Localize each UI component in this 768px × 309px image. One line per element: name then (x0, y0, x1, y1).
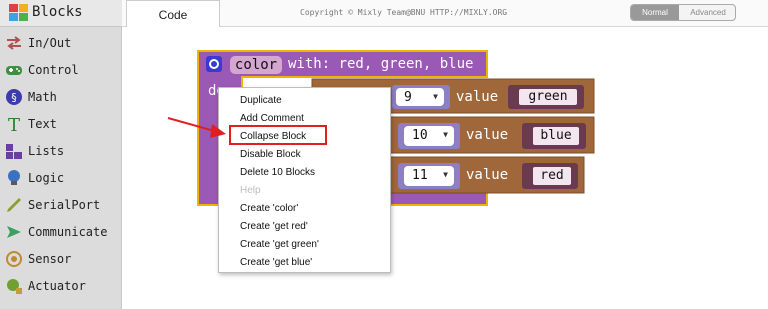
in-out-icon (7, 36, 21, 50)
menu-item-label: Create 'get green' (240, 239, 319, 250)
menu-item-delete-blocks[interactable]: Delete 10 Blocks (219, 164, 390, 181)
communicate-icon (7, 226, 21, 238)
category-math[interactable]: § Math (0, 85, 122, 111)
menu-item-label: Create 'get red' (240, 221, 308, 232)
actuator-icon (7, 279, 22, 294)
category-label: SerialPort (28, 198, 101, 212)
mode-toggle[interactable]: Normal Advanced (630, 4, 736, 21)
string-value[interactable]: green (518, 88, 578, 106)
category-in-out[interactable]: In/Out (0, 31, 122, 57)
lightbulb-icon (8, 170, 20, 185)
menu-item-create-get-green[interactable]: Create 'get green' (219, 236, 390, 253)
menu-item-label: Duplicate (240, 95, 282, 106)
pin-dropdown[interactable]: 11 ▼ (404, 166, 454, 186)
category-label: Math (28, 90, 57, 104)
mode-advanced-button[interactable]: Advanced (679, 5, 735, 20)
context-menu: Duplicate Add Comment Collapse Block Dis… (218, 87, 391, 273)
menu-item-help: Help (219, 182, 390, 199)
pin-value: 10 (412, 128, 428, 143)
menu-item-label: Create 'color' (240, 203, 299, 214)
menu-item-duplicate[interactable]: Duplicate (219, 92, 390, 109)
procedure-name-field[interactable]: color (230, 56, 282, 74)
top-bar: Code Copyright © Mixly Team@BNU HTTP://M… (122, 0, 768, 28)
sensor-icon (6, 251, 22, 267)
serial-pen-icon (7, 198, 21, 212)
pin-value: 9 (404, 90, 412, 105)
menu-item-label: Add Comment (240, 113, 304, 124)
dropdown-arrow-icon: ▼ (443, 130, 448, 139)
category-serialport[interactable]: SerialPort (0, 193, 122, 219)
text-icon: T (8, 115, 20, 133)
blocks-logo-icon (9, 4, 28, 21)
category-sensor[interactable]: Sensor (0, 247, 122, 273)
value-label: value (466, 167, 509, 183)
menu-item-create-get-red[interactable]: Create 'get red' (219, 218, 390, 235)
category-text[interactable]: T Text (0, 112, 122, 138)
value-label: value (466, 127, 509, 143)
menu-item-create-color[interactable]: Create 'color' (219, 200, 390, 217)
category-control[interactable]: Control (0, 58, 122, 84)
pin-value: 11 (412, 168, 428, 183)
category-lists[interactable]: Lists (0, 139, 122, 165)
category-label: Control (28, 63, 79, 77)
mode-normal-button[interactable]: Normal (631, 5, 679, 20)
menu-item-label: Help (240, 185, 261, 196)
category-label: Communicate (28, 225, 108, 239)
category-logic[interactable]: Logic (0, 166, 122, 192)
tab-code[interactable]: Code (126, 0, 220, 28)
category-label: Sensor (28, 252, 72, 266)
value-label: value (456, 89, 499, 105)
sidebar-header[interactable]: Blocks (0, 0, 122, 27)
lists-icon (6, 144, 22, 159)
gamepad-icon (6, 66, 22, 75)
procedure-params: with: red, green, blue (288, 56, 474, 72)
menu-item-disable-block[interactable]: Disable Block (219, 146, 390, 163)
category-label: In/Out (28, 36, 72, 50)
dropdown-arrow-icon: ▼ (433, 92, 438, 101)
category-label: Logic (28, 171, 65, 185)
category-label: Lists (28, 144, 65, 158)
collapse-block-highlight-box (229, 125, 327, 145)
sidebar: Blocks In/Out Control § Math T Text List… (0, 0, 122, 309)
svg-text:§: § (11, 91, 17, 104)
sidebar-title: Blocks (32, 4, 83, 20)
string-value[interactable]: blue (532, 126, 580, 146)
pin-dropdown[interactable]: 9 ▼ (396, 88, 444, 106)
copyright-text: Copyright © Mixly Team@BNU HTTP://MIXLY.… (300, 8, 508, 17)
menu-item-label: Delete 10 Blocks (240, 167, 316, 178)
category-actuator[interactable]: Actuator (0, 274, 122, 300)
category-communicate[interactable]: Communicate (0, 220, 122, 246)
menu-item-label: Create 'get blue' (240, 257, 313, 268)
menu-item-label: Disable Block (240, 149, 301, 160)
math-icon: § (6, 89, 22, 105)
menu-item-create-get-blue[interactable]: Create 'get blue' (219, 254, 390, 271)
svg-text:T: T (8, 115, 20, 133)
pin-dropdown[interactable]: 10 ▼ (404, 126, 454, 146)
category-label: Text (28, 117, 57, 131)
string-value[interactable]: red (532, 166, 572, 186)
gear-icon[interactable] (206, 56, 222, 72)
category-label: Actuator (28, 279, 86, 293)
dropdown-arrow-icon: ▼ (443, 170, 448, 179)
